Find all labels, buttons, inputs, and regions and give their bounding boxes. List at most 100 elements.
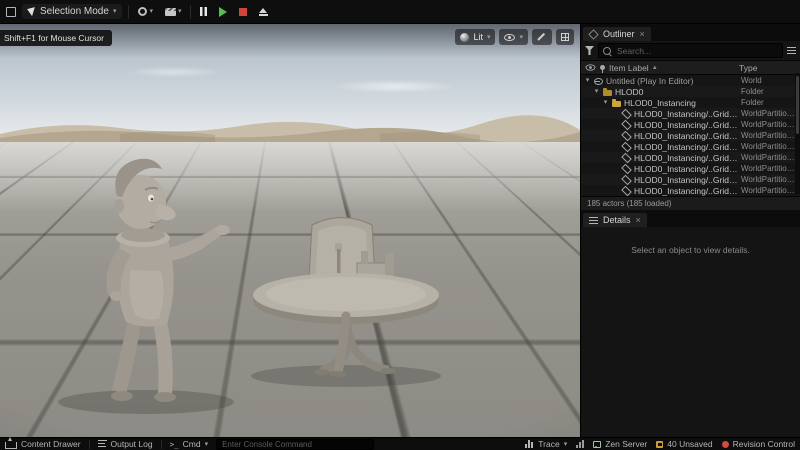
tab-details[interactable]: Details × <box>583 213 647 227</box>
expander-icon[interactable]: ▾ <box>602 99 609 106</box>
content-drawer-label: Content Drawer <box>21 439 81 449</box>
trace-dropdown[interactable]: Trace ▾ <box>525 439 567 449</box>
unsaved-packages-button[interactable]: 40 Unsaved <box>656 439 713 449</box>
status-bar: Content Drawer Output Log >_ Cmd ▾ Trace… <box>0 437 800 450</box>
item-label-column-header[interactable]: Item Label ▲ <box>609 63 735 73</box>
content-drawer-button[interactable]: Content Drawer <box>5 437 81 449</box>
insights-icon[interactable] <box>576 440 585 448</box>
outliner-row[interactable]: HLOD0_Instancing/..Grid_L0_X0_Y1_Z0World… <box>581 163 800 175</box>
statusbar-separator <box>88 439 90 449</box>
row-label: HLOD0_Instancing/..Grid_L0_X-2_Y-1_Z0 <box>634 185 738 196</box>
chevron-down-icon: ▾ <box>204 440 209 448</box>
show-flags-dropdown[interactable]: ▾ <box>499 29 528 45</box>
output-log-icon <box>97 440 107 448</box>
stop-icon <box>239 7 248 16</box>
view-mode-label: Lit <box>473 32 483 42</box>
outliner-settings-icon[interactable] <box>787 46 796 55</box>
outliner-row[interactable]: HLOD0_Instancing/..Grid_L0_X-1_Y-3_Z0Wor… <box>581 130 800 142</box>
visibility-column-icon[interactable] <box>585 64 596 71</box>
hlod-icon <box>621 163 632 175</box>
editor-menu-icon[interactable] <box>6 6 16 17</box>
viewport-layout-button[interactable] <box>556 29 574 45</box>
outliner-row[interactable]: HLOD0_Instancing/..Grid_L0_X-2_Y-1_Z0Wor… <box>581 185 800 196</box>
eye-icon <box>504 33 516 41</box>
filter-icon[interactable] <box>585 46 594 55</box>
item-label-header-text: Item Label <box>609 62 649 73</box>
hlod-icon <box>621 141 632 153</box>
tab-outliner[interactable]: Outliner × <box>583 27 651 41</box>
details-icon <box>589 215 598 225</box>
cinematics-dropdown[interactable]: ▾ <box>162 6 185 18</box>
pin-column-icon[interactable] <box>600 65 605 73</box>
row-label: HLOD0 <box>615 86 644 97</box>
eject-button[interactable] <box>256 6 270 18</box>
outliner-row[interactable]: HLOD0_Instancing/..Grid_L0_X-1_Y-2_Z0Wor… <box>581 119 800 131</box>
row-label: HLOD0_Instancing/..Grid_L0_X-1_Y-2_Z0 <box>634 119 738 130</box>
sort-ascending-icon: ▲ <box>651 64 658 71</box>
pencil-icon <box>537 32 547 42</box>
save-icon <box>656 440 664 448</box>
pause-icon <box>200 7 208 16</box>
edit-mode-button[interactable] <box>532 29 552 45</box>
row-label: Untitled (Play In Editor) <box>606 75 694 86</box>
hlod-icon <box>621 130 632 142</box>
outliner-toolbar <box>581 41 800 60</box>
outliner-row[interactable]: HLOD0_Instancing/..Grid_L0_X-1_Y-4_Z0Wor… <box>581 141 800 153</box>
outliner-panel: Outliner × Item Label ▲ Type <box>581 24 800 210</box>
close-icon[interactable]: × <box>640 29 645 39</box>
console-command-field[interactable] <box>216 438 375 450</box>
hlod-icon <box>621 174 632 186</box>
view-mode-dropdown[interactable]: Lit ▾ <box>455 29 496 45</box>
cmd-dropdown[interactable]: >_ Cmd ▾ <box>170 439 209 449</box>
row-label: HLOD0_Instancing/..Grid_L0_X-1_Y-3_Z0 <box>634 130 738 141</box>
folder-open-icon <box>612 98 621 107</box>
table-prop <box>253 217 439 377</box>
close-icon[interactable]: × <box>636 215 641 225</box>
outliner-row[interactable]: HLOD0_Instancing/..Grid_L0_X0_Y-1_Z0Worl… <box>581 152 800 164</box>
pause-button[interactable] <box>197 5 210 18</box>
unreal-editor-window: Selection Mode ▾ ▾ ▾ Shift+F1 for Mouse … <box>0 0 800 450</box>
trace-label: Trace <box>538 439 560 449</box>
search-input[interactable] <box>615 44 778 57</box>
outliner-row[interactable]: ▾ HLOD0_Instancing Folder <box>581 97 800 108</box>
expander-icon[interactable]: ▾ <box>593 88 600 95</box>
blueprints-dropdown[interactable]: ▾ <box>135 5 156 18</box>
expander-icon[interactable]: ▾ <box>584 77 591 84</box>
outliner-scrollbar[interactable] <box>795 73 800 194</box>
outliner-rows: ▾ Untitled (Play In Editor) World ▾ HLOD0 Fol… <box>581 75 800 196</box>
right-dock: Outliner × Item Label ▲ Type <box>581 24 800 439</box>
table-shadow <box>251 365 441 387</box>
outliner-row[interactable]: ▾ Untitled (Play In Editor) World <box>581 75 800 86</box>
outliner-row[interactable]: HLOD0_Instancing/..Grid_L0_X0_Y2_Z0World… <box>581 174 800 186</box>
outliner-tabbar: Outliner × <box>581 24 800 41</box>
row-label: HLOD0_Instancing/..Grid_L0_X-1_Y-1_Z0 <box>634 108 738 119</box>
selection-mode-dropdown[interactable]: Selection Mode ▾ <box>22 4 123 19</box>
details-panel: Details × Select an object to view detai… <box>581 210 800 439</box>
output-log-button[interactable]: Output Log <box>97 439 153 449</box>
outliner-row[interactable]: ▾ HLOD0 Folder <box>581 86 800 97</box>
outliner-row[interactable]: HLOD0_Instancing/..Grid_L0_X-1_Y-1_Z0Wor… <box>581 108 800 120</box>
viewport-toolbar: Lit ▾ ▾ <box>455 29 574 45</box>
hlod-icon <box>621 185 632 196</box>
zen-server-status[interactable]: Zen Server <box>593 439 647 449</box>
revision-control-label: Revision Control <box>732 439 795 449</box>
stop-button[interactable] <box>236 6 250 18</box>
scrollbar-thumb[interactable] <box>796 76 799 134</box>
world-icon <box>594 77 603 85</box>
lit-sphere-icon <box>460 32 470 42</box>
hlod-icon <box>621 108 632 120</box>
row-label: HLOD0_Instancing/..Grid_L0_X0_Y1_Z0 <box>634 163 738 174</box>
search-icon <box>603 46 611 55</box>
statusbar-separator <box>160 439 162 449</box>
type-column-header[interactable]: Type <box>739 63 796 73</box>
level-viewport[interactable]: Shift+F1 for Mouse Cursor Lit ▾ ▾ <box>0 24 581 437</box>
outliner-search[interactable] <box>598 43 783 58</box>
row-label: HLOD0_Instancing <box>624 97 696 108</box>
console-input[interactable] <box>220 438 371 450</box>
revision-control-button[interactable]: Revision Control <box>721 439 795 449</box>
row-type: WorldPartitionH... <box>741 142 798 151</box>
play-button[interactable] <box>216 5 230 19</box>
server-icon <box>593 440 602 448</box>
row-type: WorldPartitionH... <box>741 109 798 118</box>
cursor-icon <box>27 6 37 17</box>
